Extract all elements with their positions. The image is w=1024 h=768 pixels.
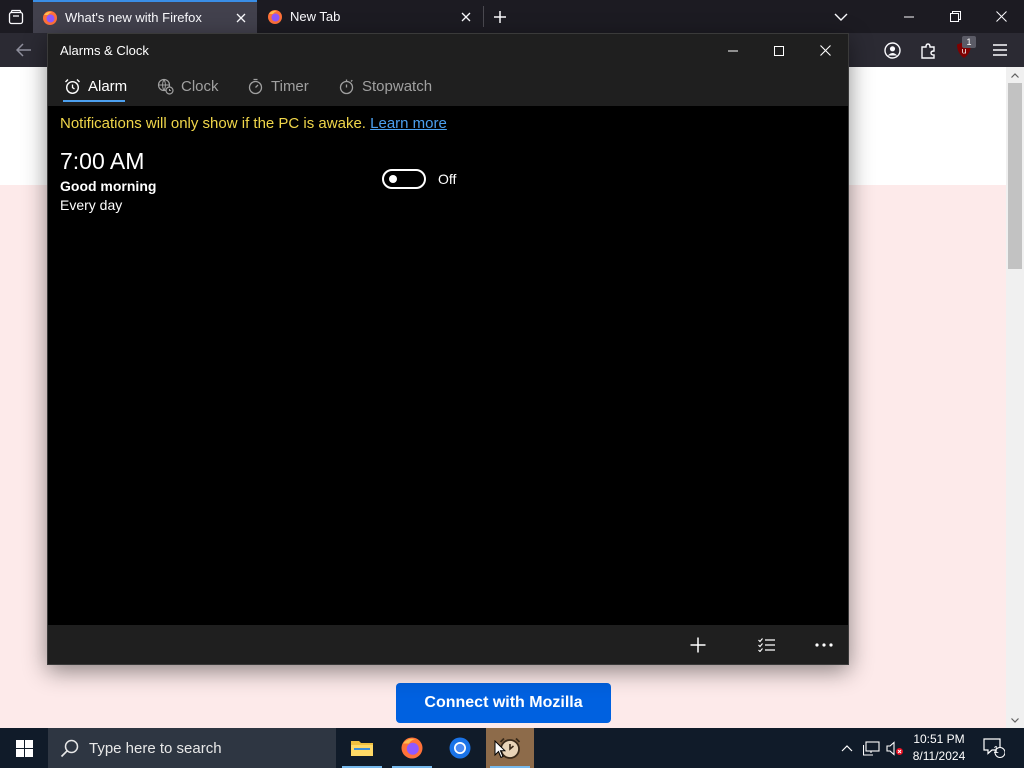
select-alarms-list-icon[interactable] <box>746 625 786 664</box>
alarm-name: Good morning <box>60 178 157 194</box>
tab-timer-label: Timer <box>271 78 309 95</box>
firefox-logo-icon <box>401 737 423 759</box>
awake-notice-text: Notifications will only show if the PC i… <box>60 115 366 132</box>
app-title-bar[interactable]: Alarms & Clock <box>48 34 848 67</box>
world-clock-icon <box>156 78 174 96</box>
app-maximize-button[interactable] <box>756 34 802 67</box>
browser-minimize-button[interactable] <box>886 0 932 33</box>
account-icon[interactable] <box>876 36 908 64</box>
clock-date: 8/11/2024 <box>912 749 966 763</box>
firefox-logo-icon <box>267 9 283 25</box>
scroll-up-arrow-icon[interactable] <box>1006 67 1024 83</box>
show-hidden-icons-chevron-up-icon[interactable] <box>836 728 858 768</box>
list-all-tabs-chevron-down-icon[interactable] <box>826 3 856 31</box>
close-tab-icon[interactable] <box>229 6 253 30</box>
tab-title: What's new with Firefox <box>65 10 202 25</box>
close-tab-icon[interactable] <box>454 5 478 29</box>
firefox-logo-icon <box>42 10 58 26</box>
alarm-repeat: Every day <box>60 197 123 213</box>
browser-icon <box>449 737 471 759</box>
tab-stopwatch[interactable]: Stopwatch <box>337 67 432 106</box>
search-placeholder: Type here to search <box>89 739 222 757</box>
tab-timer[interactable]: Timer <box>246 67 309 106</box>
taskbar-firefox[interactable] <box>388 728 436 768</box>
tab-clock[interactable]: Clock <box>156 67 219 106</box>
alarms-clock-window: Alarms & Clock Alarm Clock Timer Stopwat… <box>47 33 849 665</box>
tab-title: New Tab <box>290 9 341 24</box>
mouse-cursor-icon <box>494 739 507 764</box>
back-arrow-icon[interactable] <box>8 36 40 64</box>
connect-with-mozilla-button[interactable]: Connect with Mozilla <box>396 683 611 723</box>
tab-new-tab[interactable]: New Tab <box>258 0 482 33</box>
file-explorer-icon <box>351 741 373 756</box>
alarm-toggle[interactable] <box>382 169 426 189</box>
toggle-knob <box>389 175 397 183</box>
tab-divider <box>483 6 484 27</box>
volume-muted-icon[interactable] <box>884 728 906 768</box>
browser-close-button[interactable] <box>978 0 1024 33</box>
firefox-view-icon[interactable] <box>2 4 30 30</box>
app-title: Alarms & Clock <box>60 43 149 58</box>
taskbar-search-box[interactable]: Type here to search <box>48 728 336 768</box>
browser-restore-button[interactable] <box>932 0 978 33</box>
tab-clock-label: Clock <box>181 78 219 95</box>
alarm-clock-icon <box>63 78 81 96</box>
windows-taskbar: Type here to search 10:51 PM 8/11/2024 1 <box>0 728 1024 768</box>
firefox-tab-bar: What's new with Firefox New Tab <box>0 0 1024 33</box>
add-alarm-plus-icon[interactable] <box>678 625 718 664</box>
alarm-time: 7:00 AM <box>60 148 145 174</box>
network-icon[interactable] <box>860 728 882 768</box>
scroll-down-arrow-icon[interactable] <box>1006 712 1024 728</box>
tab-stopwatch-label: Stopwatch <box>362 78 433 95</box>
notification-count-badge: 1 <box>993 745 999 756</box>
app-close-button[interactable] <box>802 34 848 67</box>
taskbar-clock[interactable]: 10:51 PM 8/11/2024 <box>906 731 972 765</box>
extension-count-badge: 1 <box>962 36 976 48</box>
learn-more-link[interactable]: Learn more <box>370 115 447 132</box>
app-minimize-button[interactable] <box>710 34 756 67</box>
alarm-toggle-state: Off <box>438 171 457 187</box>
new-tab-button[interactable] <box>486 3 514 31</box>
tab-whats-new[interactable]: What's new with Firefox <box>33 0 257 33</box>
scrollbar-thumb[interactable] <box>1008 83 1022 269</box>
taskbar-chrome[interactable] <box>436 728 484 768</box>
menu-hamburger-icon[interactable] <box>984 36 1016 64</box>
tab-alarm-label: Alarm <box>88 78 128 95</box>
stopwatch-icon <box>337 78 355 96</box>
extensions-puzzle-icon[interactable] <box>912 36 944 64</box>
active-tab-indicator <box>63 100 125 102</box>
windows-start-icon[interactable] <box>0 728 48 768</box>
timer-icon <box>246 78 264 96</box>
app-command-bar <box>48 625 848 664</box>
taskbar-file-explorer[interactable] <box>338 728 386 768</box>
clock-time: 10:51 PM <box>913 732 965 746</box>
more-options-icon[interactable] <box>804 625 844 664</box>
app-nav-tabs: Alarm Clock Timer Stopwatch <box>48 67 848 106</box>
search-icon <box>60 738 80 758</box>
awake-notice: Notifications will only show if the PC i… <box>60 115 447 132</box>
